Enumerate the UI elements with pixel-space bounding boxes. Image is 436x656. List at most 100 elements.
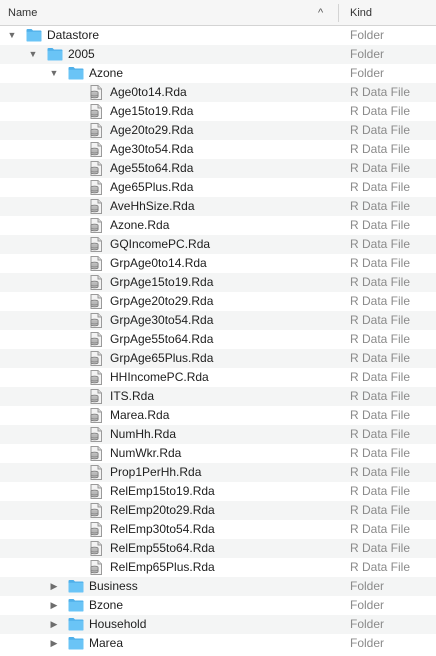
file-row[interactable]: GrpAge65Plus.Rda R Data File <box>0 349 436 368</box>
kind-column-header[interactable]: Kind <box>350 0 372 26</box>
r-data-file-icon <box>89 313 103 331</box>
file-row[interactable]: RelEmp65Plus.Rda R Data File <box>0 558 436 577</box>
folder-row[interactable]: ▼ Azone Folder <box>0 64 436 83</box>
item-kind: R Data File <box>350 408 411 422</box>
disclosure-collapsed-icon[interactable]: ▶ <box>48 577 60 596</box>
folder-row[interactable]: ▶ Household Folder <box>0 615 436 634</box>
disclosure-expanded-icon[interactable]: ▼ <box>48 64 60 83</box>
r-data-file-icon <box>89 161 103 179</box>
disclosure-expanded-icon[interactable]: ▼ <box>27 45 39 64</box>
file-row[interactable]: RelEmp55to64.Rda R Data File <box>0 539 436 558</box>
item-name: Marea <box>89 636 124 650</box>
file-row[interactable]: NumHh.Rda R Data File <box>0 425 436 444</box>
item-name: ITS.Rda <box>110 389 155 403</box>
folder-row[interactable]: ▶ Business Folder <box>0 577 436 596</box>
disclosure-collapsed-icon[interactable]: ▶ <box>48 615 60 634</box>
r-data-file-icon <box>89 408 103 426</box>
item-name: RelEmp65Plus.Rda <box>110 560 215 574</box>
file-row[interactable]: RelEmp30to54.Rda R Data File <box>0 520 436 539</box>
file-row[interactable]: RelEmp15to19.Rda R Data File <box>0 482 436 501</box>
item-kind: R Data File <box>350 275 411 289</box>
r-data-file-icon <box>89 560 103 578</box>
item-kind: R Data File <box>350 85 411 99</box>
disclosure-collapsed-icon[interactable]: ▶ <box>48 634 60 653</box>
item-kind: R Data File <box>350 465 411 479</box>
file-row[interactable]: NumWkr.Rda R Data File <box>0 444 436 463</box>
folder-row[interactable]: ▶ Marea Folder <box>0 634 436 653</box>
file-list: ▼ Datastore Folder ▼ 2005 Folder ▼ Azone Folder A… <box>0 26 436 653</box>
item-kind: R Data File <box>350 237 411 251</box>
item-kind: R Data File <box>350 123 411 137</box>
item-name: GrpAge15to19.Rda <box>110 275 214 289</box>
item-name: GrpAge55to64.Rda <box>110 332 214 346</box>
item-kind: Folder <box>350 579 385 593</box>
item-name: RelEmp15to19.Rda <box>110 484 215 498</box>
file-row[interactable]: Azone.Rda R Data File <box>0 216 436 235</box>
file-row[interactable]: ITS.Rda R Data File <box>0 387 436 406</box>
r-data-file-icon <box>89 123 103 141</box>
r-data-file-icon <box>89 199 103 217</box>
item-name: Household <box>89 617 147 631</box>
file-row[interactable]: Age0to14.Rda R Data File <box>0 83 436 102</box>
file-row[interactable]: Age15to19.Rda R Data File <box>0 102 436 121</box>
item-kind: R Data File <box>350 218 411 232</box>
r-data-file-icon <box>89 294 103 312</box>
item-name: 2005 <box>68 47 95 61</box>
item-kind: Folder <box>350 47 385 61</box>
item-kind: R Data File <box>350 541 411 555</box>
file-row[interactable]: GrpAge0to14.Rda R Data File <box>0 254 436 273</box>
file-row[interactable]: Age20to29.Rda R Data File <box>0 121 436 140</box>
file-row[interactable]: AveHhSize.Rda R Data File <box>0 197 436 216</box>
item-name: Business <box>89 579 138 593</box>
disclosure-expanded-icon[interactable]: ▼ <box>6 26 18 45</box>
item-name: Datastore <box>47 28 100 42</box>
file-row[interactable]: Age55to64.Rda R Data File <box>0 159 436 178</box>
item-kind: R Data File <box>350 427 411 441</box>
name-column-header[interactable]: Name <box>8 0 37 26</box>
item-name: GrpAge65Plus.Rda <box>110 351 214 365</box>
folder-row[interactable]: ▼ 2005 Folder <box>0 45 436 64</box>
disclosure-collapsed-icon[interactable]: ▶ <box>48 596 60 615</box>
folder-row[interactable]: ▶ Bzone Folder <box>0 596 436 615</box>
file-row[interactable]: Age30to54.Rda R Data File <box>0 140 436 159</box>
item-name: GQIncomePC.Rda <box>110 237 211 251</box>
r-data-file-icon <box>89 218 103 236</box>
file-row[interactable]: GrpAge55to64.Rda R Data File <box>0 330 436 349</box>
item-kind: R Data File <box>350 313 411 327</box>
item-kind: R Data File <box>350 389 411 403</box>
file-row[interactable]: GQIncomePC.Rda R Data File <box>0 235 436 254</box>
r-data-file-icon <box>89 180 103 198</box>
item-name: Age0to14.Rda <box>110 85 187 99</box>
folder-icon <box>68 579 84 596</box>
file-row[interactable]: HHIncomePC.Rda R Data File <box>0 368 436 387</box>
item-name: Azone <box>89 66 124 80</box>
item-kind: R Data File <box>350 370 411 384</box>
item-kind: R Data File <box>350 503 411 517</box>
item-kind: R Data File <box>350 351 411 365</box>
item-kind: R Data File <box>350 332 411 346</box>
folder-row[interactable]: ▼ Datastore Folder <box>0 26 436 45</box>
item-kind: Folder <box>350 598 385 612</box>
file-row[interactable]: Prop1PerHh.Rda R Data File <box>0 463 436 482</box>
r-data-file-icon <box>89 522 103 540</box>
item-name: GrpAge30to54.Rda <box>110 313 214 327</box>
file-row[interactable]: Age65Plus.Rda R Data File <box>0 178 436 197</box>
item-kind: R Data File <box>350 256 411 270</box>
column-divider[interactable] <box>338 4 339 22</box>
item-name: RelEmp20to29.Rda <box>110 503 215 517</box>
file-row[interactable]: RelEmp20to29.Rda R Data File <box>0 501 436 520</box>
file-row[interactable]: GrpAge30to54.Rda R Data File <box>0 311 436 330</box>
item-kind: R Data File <box>350 199 411 213</box>
file-row[interactable]: GrpAge15to19.Rda R Data File <box>0 273 436 292</box>
r-data-file-icon <box>89 351 103 369</box>
file-row[interactable]: GrpAge20to29.Rda R Data File <box>0 292 436 311</box>
file-row[interactable]: Marea.Rda R Data File <box>0 406 436 425</box>
item-name: GrpAge20to29.Rda <box>110 294 214 308</box>
folder-icon <box>68 66 84 83</box>
sort-ascending-icon[interactable]: ^ <box>318 0 323 26</box>
item-name: Age15to19.Rda <box>110 104 194 118</box>
item-kind: R Data File <box>350 560 411 574</box>
item-kind: R Data File <box>350 294 411 308</box>
item-name: Marea.Rda <box>110 408 170 422</box>
r-data-file-icon <box>89 503 103 521</box>
